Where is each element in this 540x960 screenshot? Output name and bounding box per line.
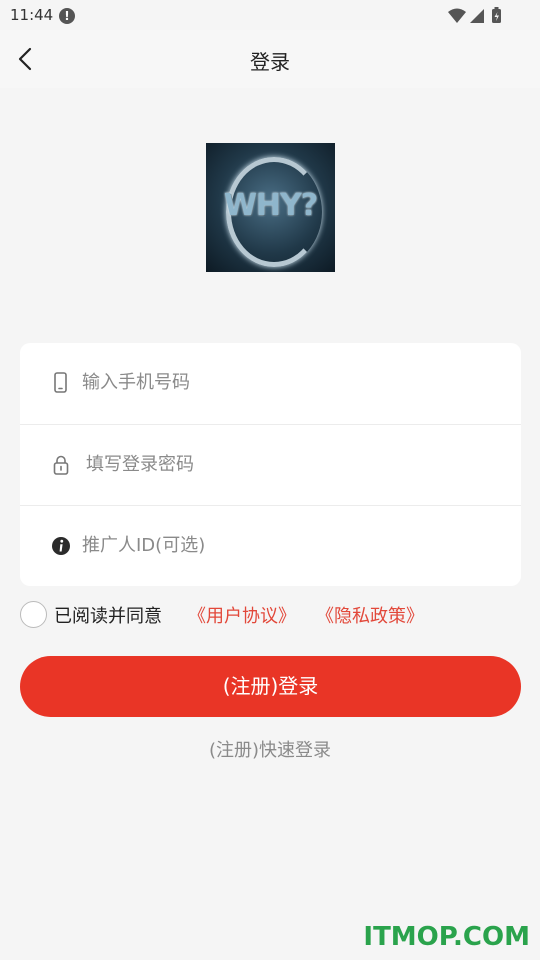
password-input[interactable]	[86, 449, 486, 479]
agree-checkbox[interactable]	[20, 601, 47, 628]
phone-icon	[54, 372, 67, 393]
user-agreement-link[interactable]: 《用户协议》	[188, 602, 296, 628]
agreement-row: 已阅读并同意 《用户协议》 《隐私政策》	[20, 599, 520, 629]
app-header: 登录	[0, 30, 540, 88]
password-row	[20, 424, 521, 506]
info-icon	[52, 537, 70, 555]
battery-icon	[492, 7, 501, 23]
login-button[interactable]: (注册)登录	[20, 656, 521, 717]
lock-icon	[53, 455, 69, 475]
status-time: 11:44	[10, 6, 54, 24]
app-logo: WHY?	[206, 143, 335, 272]
quick-login-link[interactable]: (注册)快速登录	[0, 736, 540, 762]
status-icons	[446, 7, 508, 25]
status-bar: 11:44 !	[0, 0, 540, 30]
alert-icon: !	[59, 8, 75, 24]
phone-input[interactable]	[82, 367, 482, 397]
privacy-policy-link[interactable]: 《隐私政策》	[316, 602, 424, 628]
login-form-card	[20, 343, 521, 586]
referrer-id-input[interactable]	[82, 530, 482, 560]
agreement-text: 已阅读并同意	[54, 606, 162, 627]
watermark-logo: ITMOP.COM	[363, 922, 530, 952]
signal-icon	[470, 9, 484, 23]
page-title: 登录	[250, 50, 290, 74]
phone-row	[20, 343, 521, 424]
referrer-row	[20, 505, 521, 587]
wifi-icon	[448, 8, 466, 23]
logo-text: WHY?	[223, 188, 318, 223]
